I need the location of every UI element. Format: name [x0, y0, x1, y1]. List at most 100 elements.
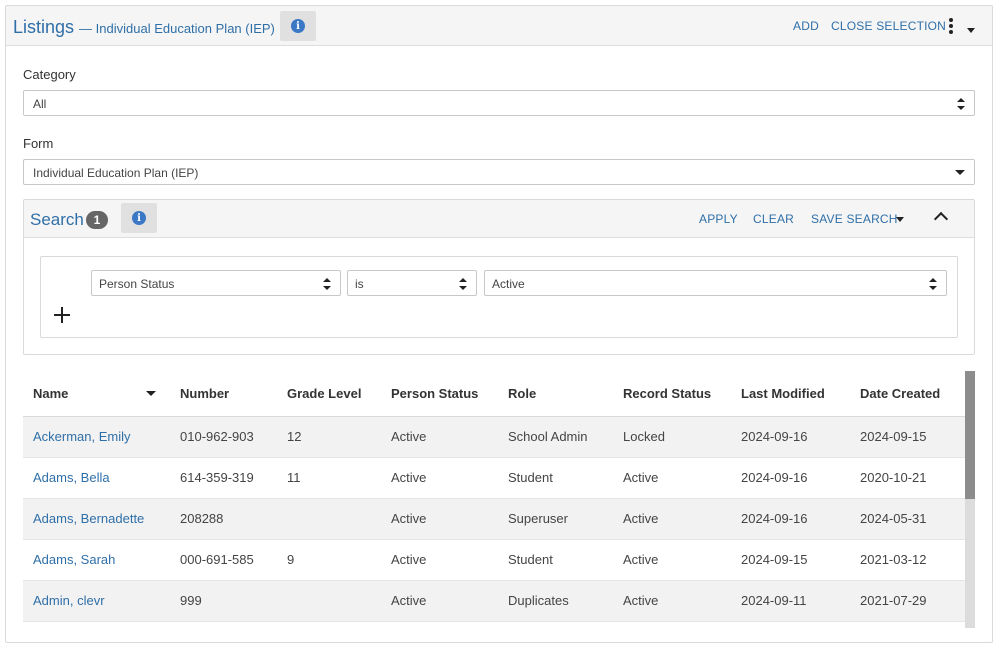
listings-header: Listings — Individual Education Plan (IE…: [6, 6, 992, 46]
results-table-wrapper: Name Number Grade Level Person Status Ro…: [23, 371, 965, 628]
cell-record-status: Active: [613, 580, 731, 622]
person-link[interactable]: Ackerman, Emily: [33, 429, 131, 444]
cell-date-created: 2024-05-31: [850, 498, 965, 540]
table-scrollbar-thumb[interactable]: [965, 371, 975, 499]
category-select[interactable]: All: [23, 90, 975, 116]
select-updown-icon: [957, 98, 965, 110]
form-label: Form: [23, 136, 54, 151]
table-row[interactable]: Adams, Bella 614-359-319 11 Active Stude…: [23, 457, 965, 499]
results-table: Name Number Grade Level Person Status Ro…: [23, 371, 965, 628]
cell-role: School Admin: [498, 416, 613, 458]
clear-button[interactable]: CLEAR: [753, 212, 794, 226]
criteria-field-select[interactable]: Person Status: [91, 270, 341, 296]
cell-name[interactable]: Adams, Sarah: [23, 539, 170, 581]
more-options-icon[interactable]: [946, 16, 956, 36]
collapse-search-icon[interactable]: [933, 211, 949, 227]
category-label: Category: [23, 67, 76, 82]
search-criteria: Person Status is Active: [40, 256, 958, 338]
cell-date-created: 2020-10-21: [850, 457, 965, 499]
close-selection-button[interactable]: CLOSE SELECTION: [831, 19, 946, 33]
cell-name[interactable]: Adams, Bella: [23, 457, 170, 499]
search-header: Search 1 i APPLY CLEAR SAVE SEARCH: [24, 200, 974, 238]
cell-last-modified: 2024-09-16: [731, 498, 850, 540]
column-header-date-created[interactable]: Date Created: [850, 371, 965, 417]
column-header-grade-level[interactable]: Grade Level: [277, 371, 381, 417]
table-row-overflow: [23, 621, 965, 628]
cell-last-modified: 2024-09-16: [731, 416, 850, 458]
cell-record-status: Active: [613, 539, 731, 581]
form-value: Individual Education Plan (IEP): [33, 166, 199, 180]
select-updown-icon: [459, 278, 467, 290]
person-link[interactable]: Adams, Bernadette: [33, 511, 144, 526]
chevron-down-icon: [955, 170, 965, 175]
sort-caret-icon[interactable]: [146, 391, 156, 396]
cell-grade-level: 9: [277, 539, 381, 581]
listings-info-button[interactable]: i: [280, 11, 316, 41]
column-header-last-modified[interactable]: Last Modified: [731, 371, 850, 417]
cell-record-status: Active: [613, 498, 731, 540]
table-row[interactable]: Ackerman, Emily 010-962-903 12 Active Sc…: [23, 416, 965, 458]
cell-last-modified: 2024-09-16: [731, 457, 850, 499]
column-header-role[interactable]: Role: [498, 371, 613, 417]
column-header-number[interactable]: Number: [170, 371, 277, 417]
column-header-person-status[interactable]: Person Status: [381, 371, 498, 417]
person-link[interactable]: Admin, clevr: [33, 593, 105, 608]
cell-person-status: Active: [381, 539, 498, 581]
cell-date-created: 2021-07-29: [850, 580, 965, 622]
apply-button[interactable]: APPLY: [699, 212, 738, 226]
person-link[interactable]: Adams, Bella: [33, 470, 110, 485]
info-icon: i: [291, 19, 305, 33]
cell-role: Student: [498, 457, 613, 499]
cell-name[interactable]: Ackerman, Emily: [23, 416, 170, 458]
info-icon: i: [132, 211, 146, 225]
cell-grade-level: [277, 498, 381, 540]
criteria-value-select[interactable]: Active: [484, 270, 947, 296]
save-search-button[interactable]: SAVE SEARCH: [811, 212, 898, 226]
table-row[interactable]: Adams, Bernadette 208288 Active Superuse…: [23, 498, 965, 540]
cell-number: 208288: [170, 498, 277, 540]
cell-number: 000-691-585: [170, 539, 277, 581]
listings-panel: Listings — Individual Education Plan (IE…: [5, 5, 993, 643]
select-updown-icon: [323, 278, 331, 290]
category-value: All: [33, 97, 47, 111]
cell-role: Student: [498, 539, 613, 581]
cell-role: Superuser: [498, 498, 613, 540]
cell-number: 614-359-319: [170, 457, 277, 499]
column-header-record-status[interactable]: Record Status: [613, 371, 731, 417]
cell-grade-level: [277, 580, 381, 622]
cell-record-status: Active: [613, 457, 731, 499]
cell-last-modified: 2024-09-15: [731, 539, 850, 581]
person-link[interactable]: Adams, Sarah: [33, 552, 115, 567]
cell-grade-level: 12: [277, 416, 381, 458]
add-criteria-icon[interactable]: [54, 307, 70, 323]
criteria-count-badge: 1: [86, 211, 108, 229]
save-search-caret-icon[interactable]: [896, 217, 904, 222]
cell-date-created: 2024-09-15: [850, 416, 965, 458]
cell-name[interactable]: Admin, clevr: [23, 580, 170, 622]
form-select[interactable]: Individual Education Plan (IEP): [23, 159, 975, 185]
cell-last-modified: 2024-09-11: [731, 580, 850, 622]
search-title: Search: [30, 210, 84, 229]
cell-date-created: 2021-03-12: [850, 539, 965, 581]
search-panel: Search 1 i APPLY CLEAR SAVE SEARCH Perso…: [23, 199, 975, 355]
table-scrollbar[interactable]: [965, 371, 975, 628]
cell-role: Duplicates: [498, 580, 613, 622]
more-options-caret-icon[interactable]: [967, 28, 975, 33]
column-header-name[interactable]: Name: [23, 371, 170, 417]
select-updown-icon: [929, 278, 937, 290]
cell-person-status: Active: [381, 457, 498, 499]
search-info-button[interactable]: i: [121, 203, 157, 233]
cell-grade-level: 11: [277, 457, 381, 499]
table-row: [23, 621, 965, 628]
table-header-row: Name Number Grade Level Person Status Ro…: [23, 371, 965, 417]
form-subtitle: — Individual Education Plan (IEP): [79, 21, 275, 36]
cell-person-status: Active: [381, 416, 498, 458]
table-row[interactable]: Adams, Sarah 000-691-585 9 Active Studen…: [23, 539, 965, 581]
add-button[interactable]: ADD: [793, 19, 819, 33]
criteria-operator-select[interactable]: is: [347, 270, 477, 296]
cell-number: 999: [170, 580, 277, 622]
page-title: Listings — Individual Education Plan (IE…: [13, 17, 275, 37]
cell-number: 010-962-903: [170, 416, 277, 458]
table-row[interactable]: Admin, clevr 999 Active Duplicates Activ…: [23, 580, 965, 622]
cell-name[interactable]: Adams, Bernadette: [23, 498, 170, 540]
